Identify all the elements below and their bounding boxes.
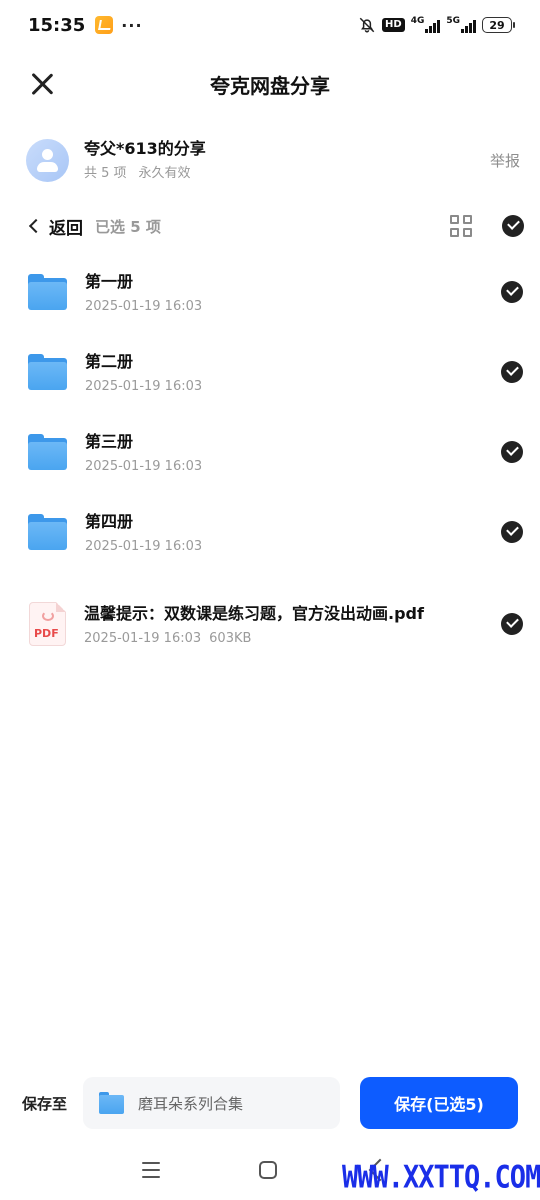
back-label: 返回 [49, 218, 83, 239]
file-name: 第四册 [85, 511, 134, 531]
file-name: 第一册 [85, 271, 134, 291]
save-button[interactable]: 保存(已选5) [360, 1077, 518, 1129]
file-time: 2025-01-19 16:03 [85, 538, 203, 554]
file-name: 第二册 [85, 351, 134, 371]
file-info: 第二册 2025-01-19 16:03 [85, 351, 489, 394]
list-item[interactable]: 第三册 2025-01-19 16:03 [0, 412, 540, 492]
close-icon[interactable] [28, 70, 56, 98]
hd-voice-badge: HD [382, 18, 405, 32]
destination-folder-select[interactable]: 磨耳朵系列合集 [83, 1077, 341, 1129]
signal-bars-icon [461, 19, 476, 33]
check-icon[interactable] [501, 521, 523, 543]
sharer-info: 夸父*613的分享 共 5 项 永久有效 举报 [26, 136, 520, 184]
file-time: 2025-01-19 16:03 [84, 630, 202, 646]
file-name: 温馨提示：双数课是练习题，官方没出动画.pdf [84, 603, 424, 623]
check-icon[interactable] [501, 281, 523, 303]
file-info: 第四册 2025-01-19 16:03 [85, 511, 489, 554]
file-time: 2025-01-19 16:03 [85, 298, 203, 314]
file-info: 第三册 2025-01-19 16:03 [85, 431, 489, 474]
recent-apps-icon[interactable] [142, 1162, 160, 1178]
folder-icon [28, 514, 67, 550]
chevron-left-icon [28, 218, 44, 234]
list-item[interactable]: 第二册 2025-01-19 16:03 [0, 332, 540, 412]
header: 夸克网盘分享 [0, 56, 540, 112]
pdf-icon-label: PDF [34, 627, 59, 640]
check-icon[interactable] [501, 361, 523, 383]
select-all-check-icon[interactable] [502, 215, 524, 237]
file-time: 2025-01-19 16:03 [85, 378, 203, 394]
file-size: 603KB [209, 630, 252, 646]
sharer-meta: 共 5 项 永久有效 [84, 162, 206, 181]
file-list: 第一册 2025-01-19 16:03 第二册 2025-01-19 16:0… [0, 252, 540, 676]
battery-icon: 29 [482, 17, 515, 33]
pdf-file-icon: PDF [29, 602, 66, 646]
sharer-name: 夸父*613的分享 [84, 139, 206, 158]
destination-folder-name: 磨耳朵系列合集 [138, 1094, 244, 1113]
notes-app-icon [95, 16, 114, 34]
avatar [26, 138, 69, 182]
grid-view-icon[interactable] [450, 215, 472, 237]
signal-bars-icon [425, 19, 441, 33]
back-button[interactable]: 返回 [28, 214, 83, 239]
folder-icon [28, 354, 67, 390]
file-meta: 2025-01-19 16:03 [85, 539, 489, 554]
file-time: 2025-01-19 16:03 [85, 458, 203, 474]
item-count: 共 5 项 [84, 166, 127, 181]
folder-icon [28, 274, 67, 310]
list-item[interactable]: 第一册 2025-01-19 16:03 [0, 252, 540, 332]
status-icons: HD 4G 5G 29 [358, 16, 515, 34]
check-icon[interactable] [501, 613, 523, 635]
signal-4g: 4G [411, 17, 441, 33]
watermark: WWW.XXTTQ.COM [342, 1159, 540, 1196]
list-item[interactable]: PDF 温馨提示：双数课是练习题，官方没出动画.pdf 2025-01-19 1… [0, 572, 540, 676]
file-meta: 2025-01-19 16:03 [85, 459, 489, 474]
file-info: 温馨提示：双数课是练习题，官方没出动画.pdf 2025-01-19 16:03… [84, 603, 489, 646]
file-meta: 2025-01-19 16:03 [85, 379, 489, 394]
folder-icon [28, 434, 67, 470]
validity: 永久有效 [138, 166, 191, 181]
network-5g-label: 5G [446, 16, 460, 26]
page-title: 夸克网盘分享 [210, 73, 330, 98]
home-icon[interactable] [259, 1161, 277, 1179]
bottom-action-bar: 保存至 磨耳朵系列合集 保存(已选5) [0, 1076, 540, 1130]
file-name: 第三册 [85, 431, 134, 451]
file-meta: 2025-01-19 16:03 [85, 299, 489, 314]
sharer-text: 夸父*613的分享 共 5 项 永久有效 [84, 139, 206, 181]
bell-off-icon [359, 17, 375, 33]
toolbar: 返回 已选 5 项 [28, 208, 524, 244]
report-button[interactable]: 举报 [490, 150, 520, 171]
check-icon[interactable] [501, 441, 523, 463]
list-item[interactable]: 第四册 2025-01-19 16:03 [0, 492, 540, 572]
more-notifications-icon: ··· [121, 15, 143, 35]
file-meta: 2025-01-19 16:03 603KB [84, 631, 489, 646]
file-info: 第一册 2025-01-19 16:03 [85, 271, 489, 314]
selected-count: 已选 5 项 [95, 217, 161, 236]
signal-5g: 5G [446, 17, 476, 33]
status-time: 15:35 [28, 14, 86, 36]
network-4g-label: 4G [410, 16, 425, 26]
status-bar: 15:35 ··· HD 4G 5G 29 [0, 0, 540, 50]
folder-icon [99, 1092, 125, 1114]
save-to-label: 保存至 [22, 1094, 68, 1113]
